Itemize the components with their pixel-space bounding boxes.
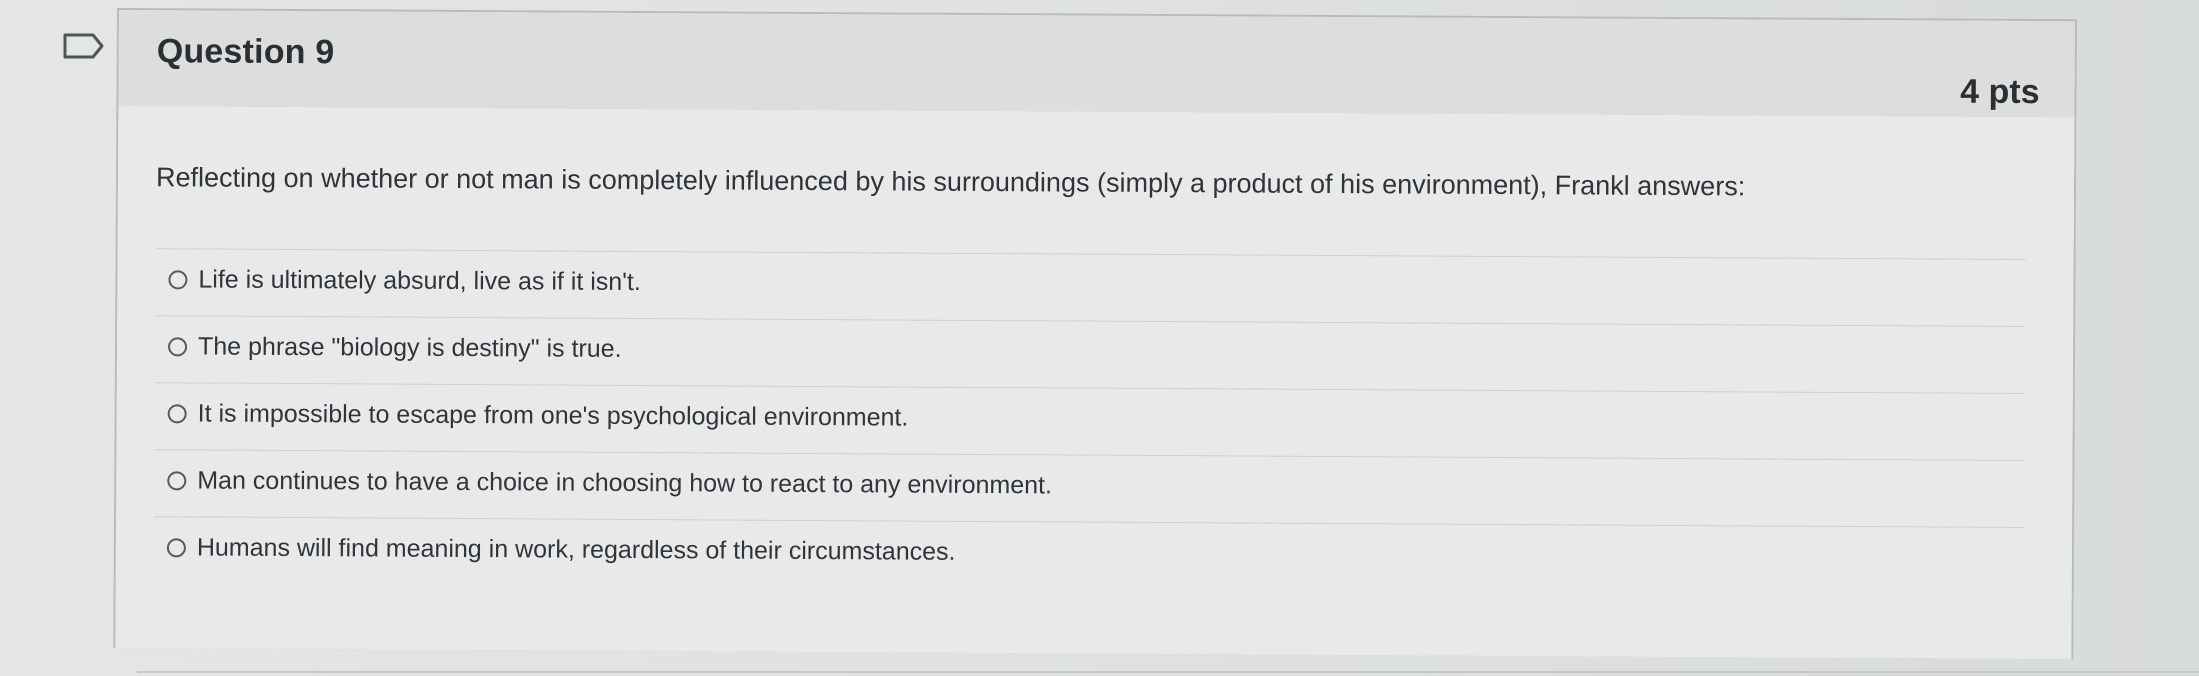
question-card: Question 9 4 pts Reflecting on whether o… bbox=[113, 8, 2077, 660]
radio-button-3[interactable] bbox=[167, 404, 187, 424]
next-section-border bbox=[137, 671, 2199, 673]
answer-option-label[interactable]: Humans will find meaning in work, regard… bbox=[197, 531, 956, 567]
radio-button-2[interactable] bbox=[167, 337, 188, 357]
answer-option-label[interactable]: Life is ultimately absurd, live as if it… bbox=[198, 263, 641, 298]
radio-button-4[interactable] bbox=[167, 471, 187, 491]
question-prompt: Reflecting on whether or not man is comp… bbox=[155, 162, 1746, 202]
question-header: Question 9 4 pts bbox=[118, 10, 2075, 120]
flag-question-button[interactable] bbox=[62, 31, 106, 61]
flag-outline-icon bbox=[63, 33, 104, 59]
answer-option-label[interactable]: It is impossible to escape from one's ps… bbox=[198, 397, 909, 433]
question-points: 4 pts bbox=[1960, 72, 2040, 112]
question-body: Reflecting on whether or not man is comp… bbox=[115, 106, 2075, 660]
answer-option-3[interactable]: It is impossible to escape from one's ps… bbox=[154, 382, 2025, 460]
radio-button-1[interactable] bbox=[168, 270, 188, 290]
answer-option-2[interactable]: The phrase "biology is destiny" is true. bbox=[154, 315, 2026, 393]
answer-option-1[interactable]: Life is ultimately absurd, live as if it… bbox=[155, 248, 2026, 326]
answer-option-label[interactable]: Man continues to have a choice in choosi… bbox=[197, 464, 1052, 501]
answer-option-5[interactable]: Humans will find meaning in work, regard… bbox=[153, 516, 2025, 594]
radio-button-5[interactable] bbox=[166, 538, 186, 558]
answer-option-label[interactable]: The phrase "biology is destiny" is true. bbox=[198, 330, 622, 364]
answer-option-4[interactable]: Man continues to have a choice in choosi… bbox=[154, 449, 2025, 527]
question-title: Question 9 bbox=[156, 32, 335, 72]
answer-list: Life is ultimately absurd, live as if it… bbox=[153, 248, 2026, 594]
